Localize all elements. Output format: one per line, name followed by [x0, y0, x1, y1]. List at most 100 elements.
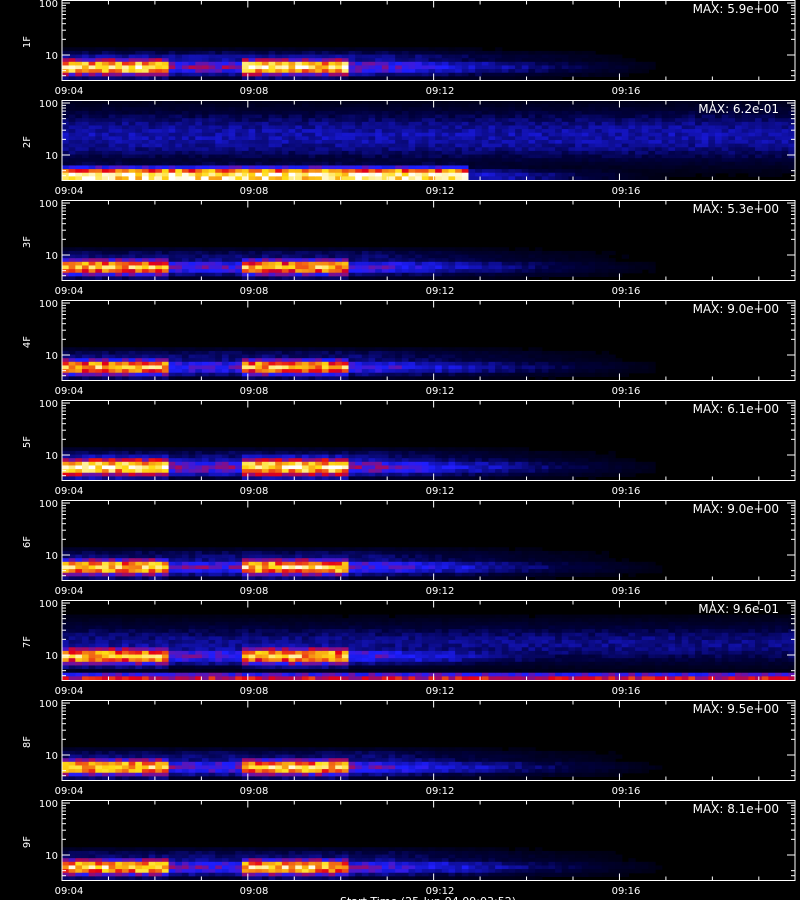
heatmap-cell [335, 147, 343, 152]
heatmap-cell [208, 250, 216, 256]
heatmap-cell [275, 147, 283, 152]
heatmap-cell [181, 118, 190, 123]
heatmap-cell [181, 272, 190, 277]
heatmap-cell [321, 169, 330, 174]
heatmap-cell [455, 354, 463, 359]
heatmap-cell [575, 136, 583, 141]
heatmap-cell [95, 161, 103, 167]
heatmap-cell [141, 254, 150, 259]
heatmap-cell [461, 140, 470, 145]
heatmap-cell [495, 140, 503, 145]
heatmap-cell [121, 110, 130, 116]
heatmap-cell [408, 136, 416, 141]
heatmap-cell [328, 147, 336, 152]
heatmap-cell [321, 347, 330, 352]
heatmap-cell [68, 58, 76, 63]
heatmap-cell [555, 358, 563, 363]
heatmap-cell [568, 169, 576, 174]
heatmap-cell [708, 147, 716, 152]
heatmap-cell [128, 476, 136, 481]
heatmap-cell [401, 176, 410, 181]
heatmap-cell [75, 365, 83, 370]
heatmap-cell [321, 358, 330, 363]
heatmap-cell [101, 65, 110, 70]
heatmap-cell [355, 372, 363, 377]
heatmap-cell [421, 110, 430, 116]
heatmap-cell [181, 247, 190, 252]
heatmap-cell [275, 140, 283, 145]
heatmap-cell [101, 365, 110, 370]
heatmap-cell [621, 265, 630, 270]
heatmap-cell [88, 472, 96, 477]
heatmap-cell [368, 361, 376, 367]
heatmap-cell [68, 465, 76, 470]
heatmap-cell [261, 125, 270, 130]
heatmap-cell [62, 72, 70, 77]
heatmap-cell [135, 276, 143, 281]
heatmap-cell [275, 376, 283, 381]
heatmap-cell [108, 136, 116, 141]
heatmap-cell [268, 125, 276, 130]
heatmap-cell [101, 454, 110, 459]
heatmap-cell [555, 272, 563, 277]
heatmap-cell [128, 161, 136, 167]
heatmap-cell [275, 272, 283, 277]
heatmap-cell [335, 361, 343, 367]
heatmap-cell [641, 136, 649, 141]
heatmap-cell [461, 350, 470, 356]
heatmap-cell [228, 147, 236, 152]
heatmap-cell [495, 65, 503, 70]
heatmap-cell [75, 454, 83, 459]
heatmap-cell [428, 118, 436, 123]
heatmap-cell [121, 150, 130, 156]
heatmap-cell [148, 158, 156, 163]
heatmap-cell [288, 247, 296, 252]
heatmap-cell [108, 258, 116, 263]
heatmap-cell [501, 114, 510, 119]
heatmap-cell [748, 140, 756, 145]
heatmap-cell [208, 103, 216, 108]
heatmap-cell [435, 158, 443, 163]
heatmap-cell [468, 247, 476, 252]
heatmap-cell [548, 369, 556, 374]
heatmap-cell [321, 269, 330, 274]
heatmap-cell [281, 121, 290, 127]
heatmap-cell [701, 136, 709, 141]
heatmap-cell [228, 129, 236, 134]
heatmap-cell [88, 136, 96, 141]
heatmap-cell [221, 261, 230, 267]
heatmap-cell [295, 158, 303, 163]
heatmap-cell [75, 172, 83, 177]
heatmap-cell [301, 110, 310, 116]
heatmap-cell [261, 161, 270, 167]
heatmap-cell [475, 150, 483, 156]
heatmap-cell [388, 125, 396, 130]
heatmap-cell [528, 258, 536, 263]
heatmap-cell [468, 129, 476, 134]
heatmap-cell [128, 365, 136, 370]
heatmap-cell [101, 132, 110, 137]
heatmap-cell [295, 169, 303, 174]
heatmap-cell [255, 54, 263, 59]
heatmap-cell [521, 261, 530, 267]
heatmap-cell [161, 169, 170, 174]
heatmap-cell [81, 347, 90, 352]
heatmap-cell [255, 132, 263, 137]
heatmap-cell [215, 161, 223, 167]
heatmap-cell [388, 158, 396, 163]
heatmap-cell [108, 107, 116, 112]
heatmap-cell [275, 50, 283, 56]
y-tick-label-100: 100 [39, 199, 58, 210]
heatmap-cell [235, 361, 243, 367]
heatmap-cell [668, 140, 676, 145]
heatmap-cell [188, 147, 196, 152]
heatmap-cell [208, 76, 216, 81]
heatmap-cell [81, 269, 90, 274]
heatmap-cell [281, 376, 290, 381]
heatmap-cell [601, 103, 610, 108]
heatmap-cell [395, 250, 403, 256]
heatmap-cell [148, 72, 156, 77]
heatmap-cell [381, 143, 390, 148]
heatmap-cell [495, 50, 503, 56]
heatmap-cell [475, 176, 483, 181]
